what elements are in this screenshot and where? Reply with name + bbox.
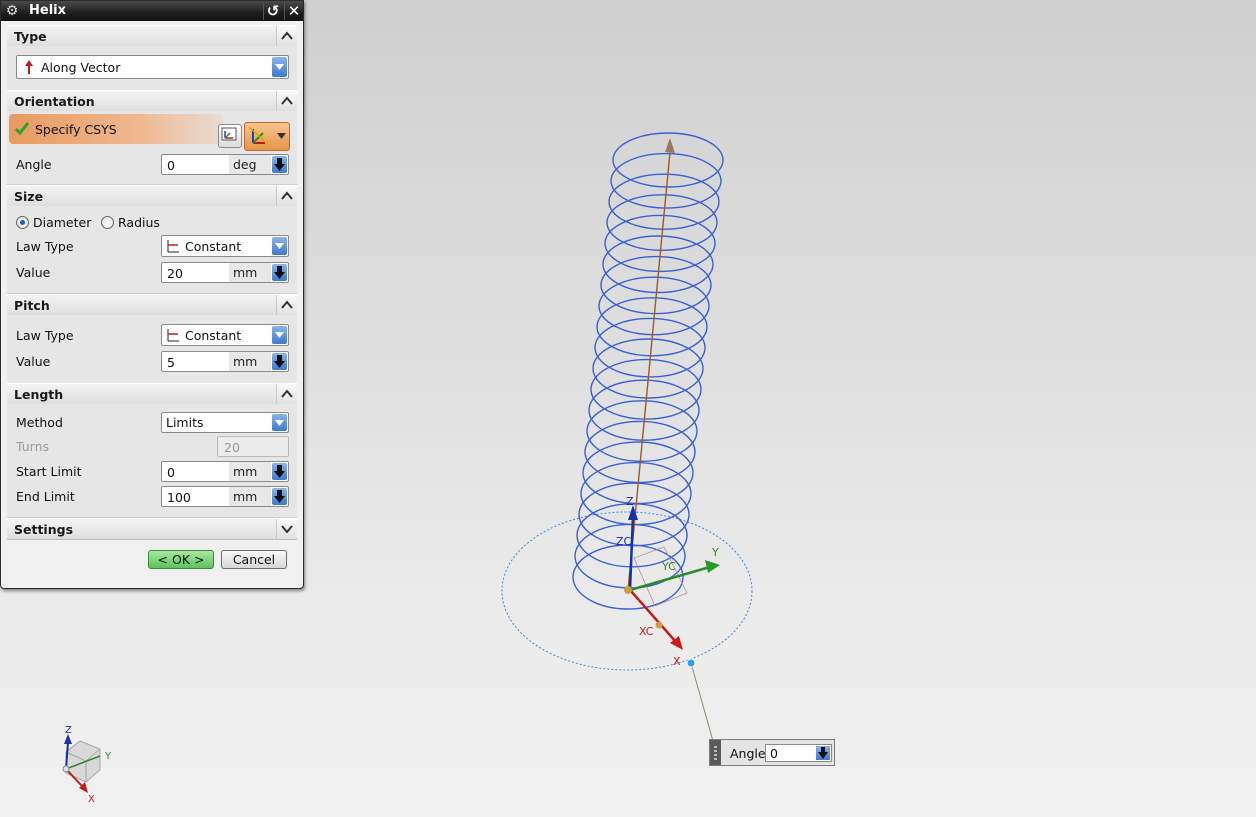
helix-coil	[594, 317, 706, 378]
axis-label-y: Y	[711, 546, 719, 559]
helix-curve[interactable]	[572, 132, 724, 610]
axis-label-xc: XC	[639, 625, 654, 638]
axis-label-x: X	[673, 655, 681, 668]
axis-label-yc: YC	[661, 560, 676, 573]
triad-label-z: Z	[65, 725, 72, 736]
view-triad[interactable]: Z Y X	[62, 725, 112, 805]
angle-onscreen-input[interactable]: Angle 0	[709, 739, 835, 766]
triad-label-x: X	[88, 794, 95, 805]
onscreen-angle-value[interactable]: 0	[770, 746, 778, 761]
z-axis	[628, 514, 635, 591]
axis-arrowhead-icon	[665, 138, 675, 153]
y-axis-arrow-icon	[705, 560, 720, 573]
axis-label-zc: ZC	[616, 535, 632, 548]
x-handle-point[interactable]	[655, 621, 663, 629]
axis-label-z: Z	[626, 495, 634, 508]
angle-leader-line	[690, 662, 714, 742]
triad-label-y: Y	[104, 751, 112, 762]
angle-drag-handle[interactable]	[686, 658, 696, 668]
graphics-viewport[interactable]: Z ZC Y YC X XC Z Y X	[0, 0, 1256, 817]
origin-point[interactable]	[624, 586, 632, 594]
expression-menu-icon[interactable]	[816, 746, 830, 760]
drag-grip-icon[interactable]	[710, 740, 721, 765]
onscreen-angle-field[interactable]: 0	[765, 744, 832, 762]
onscreen-angle-label: Angle	[730, 746, 766, 761]
